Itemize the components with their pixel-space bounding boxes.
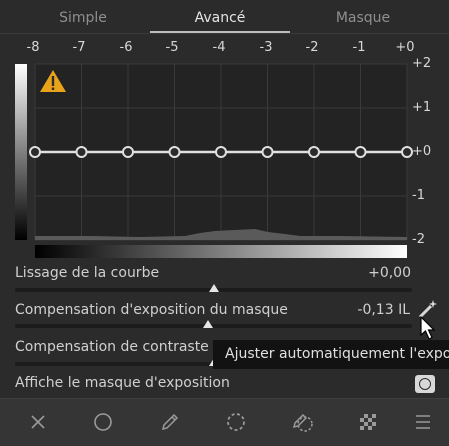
auto-adjust-tooltip: Ajuster automatiquement l'expo	[213, 340, 449, 369]
show-mask-toggle[interactable]	[415, 375, 435, 393]
curve-node[interactable]	[354, 146, 367, 158]
curve-node[interactable]	[401, 146, 413, 158]
bottom-toolbar	[0, 398, 449, 446]
comp-expo-slider[interactable]	[15, 324, 412, 328]
mouse-cursor-icon	[420, 316, 436, 340]
pen-target-icon[interactable]	[290, 409, 316, 435]
dashed-circle-icon[interactable]	[223, 409, 249, 435]
comp-expo-value[interactable]: -0,13 IL	[330, 302, 410, 318]
curve-node[interactable]	[308, 146, 320, 158]
checker-icon[interactable]	[355, 409, 381, 435]
curve-node[interactable]	[168, 146, 181, 158]
comp-expo-label: Compensation d'exposition du masque	[15, 302, 288, 318]
curve-node[interactable]	[215, 146, 227, 158]
close-icon[interactable]	[25, 409, 51, 435]
comp-expo-slider-thumb[interactable]	[202, 320, 213, 328]
curve-node[interactable]	[29, 146, 41, 158]
curve-graph[interactable]	[0, 0, 449, 260]
curve-node[interactable]	[261, 146, 274, 158]
curve-node[interactable]	[122, 146, 134, 158]
comp-contraste-label: Compensation de contraste d	[15, 339, 223, 355]
lissage-label: Lissage de la courbe	[15, 265, 160, 281]
circle-icon[interactable]	[90, 409, 116, 435]
pencil-icon[interactable]	[157, 409, 183, 435]
lissage-slider-thumb[interactable]	[208, 284, 219, 292]
curve-node[interactable]	[75, 146, 88, 158]
affiche-masque-label: Affiche le masque d'exposition	[15, 375, 230, 391]
lissage-value[interactable]: +0,00	[340, 265, 411, 281]
menu-icon[interactable]	[410, 409, 436, 435]
